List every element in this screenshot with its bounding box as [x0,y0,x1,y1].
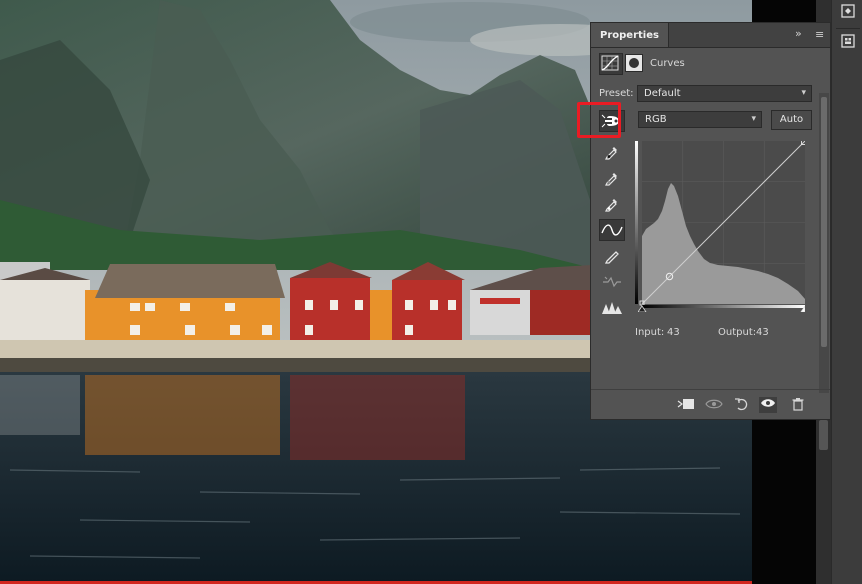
layer-mask-icon[interactable] [625,54,643,72]
pencil-draw-tool[interactable] [599,245,625,267]
collapse-panel-button[interactable]: » [795,27,802,40]
properties-dock-icon[interactable] [838,34,858,54]
channel-dropdown[interactable]: RGB ▾ [638,111,762,128]
dock-separator [836,28,860,29]
properties-panel: Properties » ≡ Curves Preset: Default ▾ [590,22,831,420]
tool-highlight-annotation [577,102,621,138]
panel-footer [591,389,830,420]
preset-value: Default [644,88,681,99]
output-label: Output: [718,327,757,338]
adjustment-title: Curves [650,58,685,69]
output-gradient-bar [642,305,805,308]
curve-points-icon [601,224,623,236]
tab-properties[interactable]: Properties [591,23,669,47]
clip-to-layer-icon[interactable] [677,397,695,413]
input-label: Input: [635,327,665,338]
white-point-eyedropper-icon [605,199,617,212]
scrollbar-thumb[interactable] [819,420,828,450]
panel-menu-icon[interactable]: ≡ [815,28,824,41]
visibility-eye-icon[interactable] [759,397,777,413]
chevron-down-icon: ▾ [751,114,756,124]
smooth-curve-icon [603,276,621,288]
channel-value: RGB [645,114,667,125]
smooth-curve-tool[interactable] [599,271,625,293]
black-point-eyedropper[interactable] [599,141,625,163]
history-icon[interactable] [838,4,858,24]
input-value[interactable]: 43 [667,327,680,338]
clipping-warning-icon [602,302,622,314]
input-gradient-bar [635,141,638,304]
panel-tabbar: Properties » ≡ [591,23,830,48]
chevron-down-icon: ▾ [801,88,806,98]
preset-label: Preset: [599,88,634,99]
gray-point-eyedropper[interactable] [599,167,625,189]
preset-dropdown[interactable]: Default ▾ [637,85,812,102]
reset-icon[interactable] [733,397,751,413]
curves-graph[interactable] [637,140,806,313]
right-panel-dock [831,0,862,584]
pencil-draw-icon [604,251,619,264]
clipping-warning-tool[interactable] [599,297,625,319]
curves-adjustment-icon [599,53,623,75]
curve-points-tool[interactable] [599,219,625,241]
view-previous-state-icon[interactable] [705,397,723,413]
trash-icon[interactable] [789,397,807,413]
panel-scrollbar-thumb[interactable] [821,97,827,347]
auto-button[interactable]: Auto [771,110,812,130]
gray-point-eyedropper-icon [605,173,617,186]
panel-scrollbar[interactable] [819,93,829,393]
white-point-eyedropper[interactable] [599,193,625,215]
black-point-eyedropper-icon [605,147,617,160]
output-value[interactable]: 43 [756,327,769,338]
